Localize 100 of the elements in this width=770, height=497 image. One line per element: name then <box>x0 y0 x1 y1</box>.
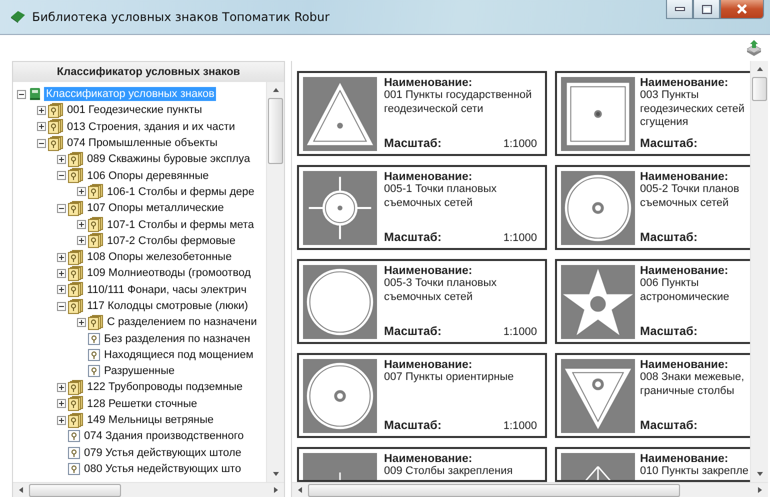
scale-label: Масштаб: <box>384 136 442 150</box>
tree-item[interactable]: 107-2 Столбы фермовые <box>105 234 238 248</box>
scrollbar-thumb[interactable] <box>268 98 283 164</box>
expand-icon[interactable] <box>57 416 66 425</box>
stacked-pages-icon <box>48 102 63 118</box>
scrollbar-thumb[interactable] <box>308 484 680 496</box>
tree-item[interactable]: 107-1 Столбы и фермы мета <box>105 218 256 232</box>
scroll-up-icon[interactable] <box>756 65 764 73</box>
symbol-name: 005-2 Точки планов съемочных сетей <box>640 183 740 210</box>
scroll-left-icon[interactable] <box>296 486 304 494</box>
expand-icon[interactable] <box>57 399 66 408</box>
stacked-pages-icon <box>88 233 103 248</box>
stacked-pages-icon <box>68 396 83 412</box>
name-label: Наименование: <box>640 265 730 277</box>
tree-item[interactable]: 110/111 Фонари, часы электрич <box>85 282 249 297</box>
symbol-name: 009 Столбы закрепления <box>384 465 514 478</box>
expand-icon[interactable] <box>77 220 86 230</box>
expand-icon[interactable] <box>57 154 66 164</box>
symbol-card[interactable]: Наименование: 007 Пункты ориентирные Масштаб: 1:1000 <box>297 353 547 438</box>
symbol-name: 010 Пункты закрепле <box>640 465 750 478</box>
expand-icon[interactable] <box>37 122 46 132</box>
stacked-pages-icon <box>88 217 103 232</box>
symbol-card[interactable]: Наименование: 001 Пункты государственной геодезической сети Масштаб: 1:1000 <box>297 71 547 156</box>
tree-item[interactable]: 106 Опоры деревянные <box>85 168 211 183</box>
symbol-card[interactable]: Наименование: 003 Пункты геодезических сетей сгущения Масштаб: <box>555 71 750 156</box>
expand-icon[interactable] <box>77 187 86 196</box>
map-symbol-icon <box>303 171 377 245</box>
tree-item[interactable]: 106-1 Столбы и фермы дере <box>105 184 256 199</box>
stacked-pages-icon <box>68 282 83 298</box>
page-icon <box>88 365 100 378</box>
collapse-icon[interactable] <box>57 171 66 180</box>
collapse-icon[interactable] <box>57 204 66 213</box>
symbol-name: 007 Пункты ориентирные <box>384 371 515 384</box>
stacked-pages-icon <box>68 250 83 265</box>
tree-item[interactable]: 117 Колодцы смотровые (люки) <box>85 299 250 313</box>
map-symbol-icon <box>303 359 377 433</box>
scroll-right-icon[interactable] <box>272 486 280 494</box>
close-button[interactable] <box>720 0 764 19</box>
expand-icon[interactable] <box>57 382 66 392</box>
stacked-pages-icon <box>88 314 103 330</box>
symbol-card[interactable]: Наименование: 005-2 Точки планов съемочных сетей Масштаб: <box>555 165 750 250</box>
maximize-button[interactable] <box>693 0 720 19</box>
stacked-pages-icon <box>88 184 103 200</box>
symbol-name: 003 Пункты геодезических сетей сгущения <box>640 89 746 130</box>
symbol-card[interactable]: Наименование: 006 Пункты астрономические Масштаб: <box>555 259 750 344</box>
map-symbol-icon <box>561 359 635 433</box>
stacked-pages-icon <box>68 412 83 428</box>
expand-icon[interactable] <box>57 252 66 262</box>
symbol-card[interactable]: Наименование: 005-1 Точки плановых съемочных сетей Масштаб: 1:1000 <box>297 165 547 250</box>
vertical-scrollbar[interactable] <box>750 61 768 482</box>
tree-item[interactable]: 108 Опоры железобетонные <box>85 250 234 264</box>
tree-item[interactable]: 074 Промышленные объекты <box>65 136 220 150</box>
symbol-name: 008 Знаки межевые, граничные столбы <box>640 371 746 398</box>
expand-icon[interactable] <box>37 106 46 115</box>
stacked-pages-icon <box>68 168 83 184</box>
vertical-scrollbar[interactable] <box>266 82 284 482</box>
tree-item[interactable]: 079 Устья действующих штоле <box>82 446 244 460</box>
tree-header: Классификатор условных знаков <box>13 62 284 82</box>
scroll-right-icon[interactable] <box>756 486 764 494</box>
expand-icon[interactable] <box>77 318 86 327</box>
collapse-icon[interactable] <box>37 138 46 148</box>
page-icon <box>68 446 80 459</box>
collapse-icon[interactable] <box>57 302 66 310</box>
tree-item[interactable]: 128 Решетки сточные <box>85 396 200 411</box>
tree-item[interactable]: 001 Геодезические пункты <box>65 103 204 118</box>
scroll-up-icon[interactable] <box>272 86 280 94</box>
expand-icon[interactable] <box>57 285 66 294</box>
symbol-card[interactable]: Наименование: 010 Пункты закрепле <box>555 447 750 482</box>
symbol-card[interactable]: Наименование: 005-3 Точки плановых съемочных сетей Масштаб: 1:1000 <box>297 259 547 344</box>
minimize-button[interactable] <box>666 0 693 19</box>
tree-item[interactable]: 149 Мельницы ветряные <box>85 413 216 428</box>
scrollbar-thumb[interactable] <box>752 77 767 101</box>
tree-item[interactable]: 107 Опоры металлические <box>85 201 226 216</box>
expand-icon[interactable] <box>57 268 66 278</box>
scroll-down-icon[interactable] <box>756 470 764 478</box>
tree-item[interactable]: 089 Скважины буровые эксплуа <box>85 152 252 166</box>
horizontal-scrollbar[interactable] <box>13 482 284 497</box>
symbol-card[interactable]: Наименование: 009 Столбы закрепления <box>297 447 547 482</box>
tree-item[interactable]: Разрушенные <box>102 364 177 378</box>
stacked-pages-icon <box>48 136 63 151</box>
scale-label: Масштаб: <box>640 324 698 338</box>
layers-icon[interactable] <box>746 39 762 57</box>
tree-item[interactable]: Без разделения по назначен <box>102 332 252 346</box>
scrollbar-thumb[interactable] <box>29 484 121 496</box>
tree-item[interactable]: 074 Здания производственного <box>82 429 246 444</box>
collapse-icon[interactable] <box>17 90 26 99</box>
page-icon <box>88 332 100 345</box>
tree-item[interactable]: С разделением по назначени <box>105 315 259 330</box>
tree-item[interactable]: 109 Молниеотводы (громоотвод <box>85 266 253 280</box>
tree-item[interactable]: Находящиеся под мощением <box>102 348 256 362</box>
scroll-down-icon[interactable] <box>272 470 280 478</box>
tree-item[interactable]: 122 Трубопроводы подземные <box>85 380 245 394</box>
expand-icon[interactable] <box>77 236 86 246</box>
tree-item[interactable]: 013 Строения, здания и их части <box>65 120 238 134</box>
symbol-card[interactable]: Наименование: 008 Знаки межевые, граничные столбы Масштаб: <box>555 353 750 438</box>
tree-item[interactable]: 080 Устья недействующих што <box>82 462 244 476</box>
scroll-left-icon[interactable] <box>17 486 25 494</box>
map-symbol-icon <box>303 265 377 339</box>
scale-value: 1:1000 <box>503 232 537 244</box>
horizontal-scrollbar[interactable] <box>292 482 768 497</box>
